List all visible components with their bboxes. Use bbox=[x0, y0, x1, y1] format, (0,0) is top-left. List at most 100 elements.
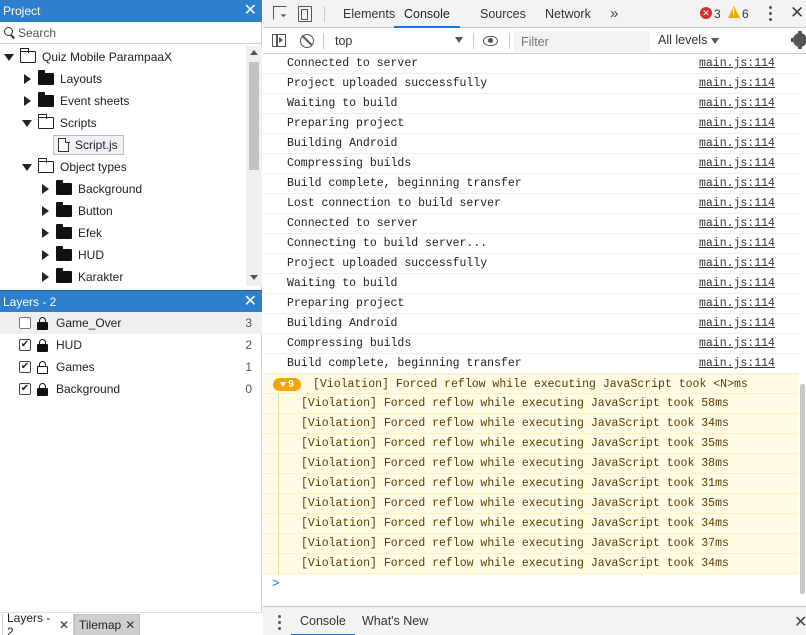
collapse-right-arrow-icon[interactable] bbox=[39, 249, 51, 261]
tab-sources[interactable]: Sources bbox=[480, 0, 526, 28]
tree-item[interactable]: Karakter bbox=[0, 266, 246, 286]
lock-icon[interactable] bbox=[37, 338, 48, 352]
violation-group-message: [Violation] Forced reflow while executin… bbox=[313, 378, 748, 391]
log-source-link[interactable]: main.js:114 bbox=[699, 214, 775, 233]
collapse-right-arrow-icon[interactable] bbox=[21, 95, 33, 107]
log-source-link[interactable]: main.js:114 bbox=[699, 354, 775, 373]
log-source-link[interactable]: main.js:114 bbox=[699, 54, 775, 73]
tree-item[interactable]: Efek bbox=[0, 222, 246, 244]
layer-visibility-checkbox[interactable]: ✔ bbox=[19, 383, 31, 395]
violation-line: [Violation] Forced reflow while executin… bbox=[263, 454, 806, 474]
error-icon[interactable]: ✕ bbox=[700, 7, 712, 19]
tree-item[interactable]: Quiz Mobile ParampaaX bbox=[0, 46, 246, 68]
lock-icon[interactable] bbox=[37, 382, 48, 396]
layer-visibility-checkbox[interactable]: ✔ bbox=[19, 361, 31, 373]
device-toolbar-icon[interactable] bbox=[298, 6, 312, 22]
log-source-link[interactable]: main.js:114 bbox=[699, 234, 775, 253]
project-search-input[interactable] bbox=[18, 25, 238, 40]
tree-item[interactable]: Event sheets bbox=[0, 90, 246, 112]
tab-network[interactable]: Network bbox=[545, 0, 591, 28]
violation-count-badge[interactable]: 9 bbox=[273, 378, 301, 391]
clear-console-icon[interactable] bbox=[300, 34, 314, 48]
console-toolbar: top All levels bbox=[263, 28, 806, 54]
tree-item[interactable]: Script.js bbox=[0, 134, 246, 156]
collapse-right-arrow-icon[interactable] bbox=[39, 271, 51, 283]
layers-panel-header: Layers - 2 ✕ bbox=[0, 290, 262, 312]
tree-item[interactable]: Object types bbox=[0, 156, 246, 178]
tab-console[interactable]: Console bbox=[394, 0, 460, 28]
devtools-close-button[interactable]: ✕ bbox=[790, 3, 804, 23]
violation-line: [Violation] Forced reflow while executin… bbox=[263, 474, 806, 494]
collapse-right-arrow-icon[interactable] bbox=[39, 205, 51, 217]
show-sidebar-icon[interactable] bbox=[272, 34, 286, 47]
project-tree-scroll-thumb[interactable] bbox=[249, 62, 259, 170]
warning-count[interactable]: 6 bbox=[742, 7, 749, 21]
layer-row[interactable]: ✔ HUD 2 bbox=[0, 334, 262, 356]
log-source-link[interactable]: main.js:114 bbox=[699, 154, 775, 173]
layer-visibility-checkbox[interactable]: ✔ bbox=[19, 339, 31, 351]
lock-icon[interactable] bbox=[37, 316, 48, 330]
tree-item[interactable]: Layouts bbox=[0, 68, 246, 90]
expand-down-arrow-icon[interactable] bbox=[3, 51, 15, 63]
violation-group-header[interactable]: 9 [Violation] Forced reflow while executi… bbox=[263, 374, 806, 394]
drawer-tab-whats-new[interactable]: What's New bbox=[362, 607, 428, 635]
editor-left-pane: Project ✕ Quiz Mobile ParampaaX Layouts Ev… bbox=[0, 0, 262, 635]
more-tabs-chevron-icon[interactable]: » bbox=[610, 5, 619, 22]
log-source-link[interactable]: main.js:114 bbox=[699, 274, 775, 293]
drawer-close-button[interactable]: ✕ bbox=[794, 612, 806, 632]
log-source-link[interactable]: main.js:114 bbox=[699, 174, 775, 193]
console-scroll-thumb[interactable] bbox=[800, 384, 805, 594]
tab-tilemap-close-icon[interactable]: ✕ bbox=[125, 618, 135, 632]
context-selector[interactable]: top bbox=[327, 31, 469, 51]
expand-down-arrow-icon[interactable] bbox=[21, 117, 33, 129]
inspect-element-icon[interactable] bbox=[273, 6, 287, 20]
log-source-link[interactable]: main.js:114 bbox=[699, 74, 775, 93]
log-source-link[interactable]: main.js:114 bbox=[699, 114, 775, 133]
project-tree-scrollbar[interactable] bbox=[246, 46, 262, 286]
drawer-tab-console[interactable]: Console bbox=[291, 607, 355, 635]
tab-elements[interactable]: Elements bbox=[343, 0, 395, 28]
layer-index: 3 bbox=[245, 316, 252, 330]
drawer-menu-kebab-icon[interactable] bbox=[278, 615, 281, 633]
scroll-down-arrow-icon[interactable] bbox=[250, 275, 258, 280]
tree-item[interactable]: HUD bbox=[0, 244, 246, 266]
console-prompt[interactable]: > bbox=[263, 574, 806, 594]
layers-panel-close-button[interactable]: ✕ bbox=[244, 292, 257, 312]
tree-item[interactable]: Scripts bbox=[0, 112, 246, 134]
layer-visibility-checkbox[interactable] bbox=[19, 317, 31, 329]
console-scrollbar[interactable] bbox=[799, 54, 806, 606]
log-source-link[interactable]: main.js:114 bbox=[699, 134, 775, 153]
log-source-link[interactable]: main.js:114 bbox=[699, 94, 775, 113]
toolbar-divider bbox=[509, 33, 510, 49]
collapse-right-arrow-icon[interactable] bbox=[21, 73, 33, 85]
tree-item[interactable]: Background bbox=[0, 178, 246, 200]
expand-down-arrow-icon[interactable] bbox=[21, 161, 33, 173]
log-source-link[interactable]: main.js:114 bbox=[699, 254, 775, 273]
project-search-row bbox=[0, 22, 262, 44]
collapse-right-arrow-icon[interactable] bbox=[39, 183, 51, 195]
error-count[interactable]: 3 bbox=[714, 7, 721, 21]
unlock-icon[interactable] bbox=[37, 360, 48, 374]
collapse-right-arrow-icon[interactable] bbox=[39, 227, 51, 239]
layer-row[interactable]: ✔ Background 0 bbox=[0, 378, 262, 400]
console-filter-input[interactable] bbox=[514, 31, 650, 52]
tree-item[interactable]: Button bbox=[0, 200, 246, 222]
tree-item-selected[interactable]: Script.js bbox=[53, 135, 124, 155]
scroll-up-arrow-icon[interactable] bbox=[250, 50, 258, 55]
warning-icon[interactable]: ! bbox=[728, 6, 740, 18]
log-levels-dropdown[interactable]: All levels bbox=[658, 33, 720, 47]
layer-row[interactable]: ✔ Games 1 bbox=[0, 356, 262, 378]
tab-layers[interactable]: Layers - 2 ✕ bbox=[2, 611, 74, 635]
tab-tilemap[interactable]: Tilemap ✕ bbox=[74, 614, 140, 635]
live-expression-eye-icon[interactable] bbox=[483, 36, 498, 46]
project-panel-close-button[interactable]: ✕ bbox=[244, 1, 257, 21]
devtools-menu-kebab-icon[interactable] bbox=[769, 6, 772, 22]
console-log-line: Lost connection to build server main.js:1… bbox=[263, 194, 806, 214]
console-settings-gear-icon[interactable] bbox=[791, 31, 806, 49]
log-source-link[interactable]: main.js:114 bbox=[699, 194, 775, 213]
log-source-link[interactable]: main.js:114 bbox=[699, 314, 775, 333]
layer-row[interactable]: Game_Over 3 bbox=[0, 312, 262, 334]
log-source-link[interactable]: main.js:114 bbox=[699, 294, 775, 313]
log-source-link[interactable]: main.js:114 bbox=[699, 334, 775, 353]
tab-layers-close-icon[interactable]: ✕ bbox=[59, 618, 69, 632]
